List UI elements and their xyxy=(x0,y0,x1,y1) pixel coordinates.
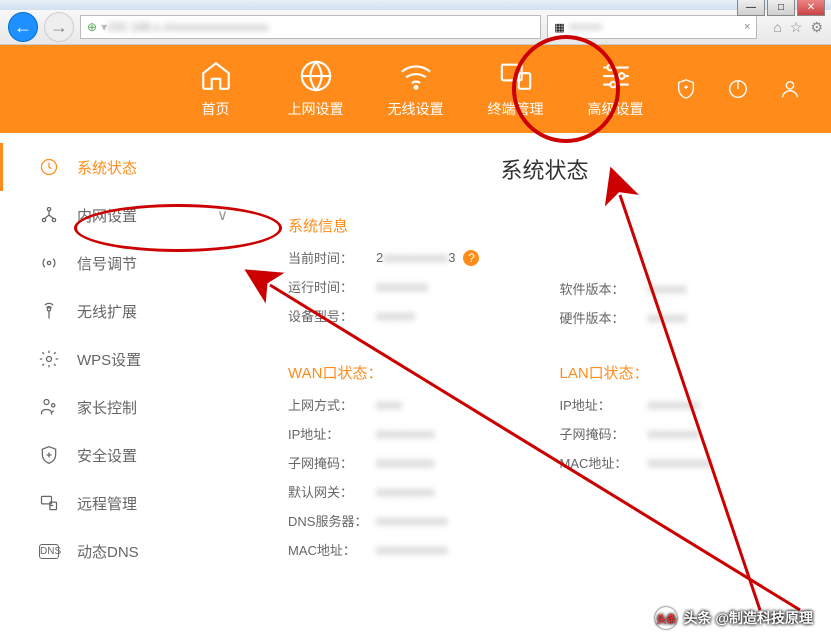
home-icon[interactable]: ⌂ xyxy=(773,19,781,36)
nav-internet[interactable]: 上网设置 xyxy=(266,59,366,119)
shield-plus-icon xyxy=(39,445,59,465)
shield-icon: ⊕ xyxy=(87,20,97,34)
sidebar-label: 远程管理 xyxy=(77,493,137,514)
browser-toolbar: ← → ⊕ ▾ 192.168.x.x/xxxxxxxxxxxxxxxx ▦ x… xyxy=(0,10,831,45)
nav-label: 上网设置 xyxy=(288,99,344,119)
shield-icon[interactable] xyxy=(675,78,697,100)
sidebar-item-ddns[interactable]: DNS 动态DNS xyxy=(0,527,258,575)
signal-icon xyxy=(39,253,59,273)
section-lan: LAN口状态： xyxy=(560,362,802,383)
remote-icon xyxy=(39,493,59,513)
back-button[interactable]: ← xyxy=(8,12,38,42)
main-panel: 系统状态 系统信息 当前时间： 2 xxxxxxxxxx 3 ? 运行时间：xx… xyxy=(258,133,831,637)
lan-mac: MAC地址：xxxxxxxxxx xyxy=(560,453,802,472)
minimize-button[interactable]: — xyxy=(737,0,765,16)
tab-close-icon[interactable]: × xyxy=(744,21,750,33)
maximize-button[interactable]: □ xyxy=(767,0,795,16)
gear-icon xyxy=(39,349,59,369)
devices-icon xyxy=(499,59,533,93)
wan-mac: MAC地址：xxxxxxxxxxx xyxy=(288,540,530,559)
nav-advanced[interactable]: 高级设置 xyxy=(566,59,666,119)
clock-icon xyxy=(39,157,59,177)
address-bar[interactable]: ⊕ ▾ 192.168.x.x/xxxxxxxxxxxxxxxx xyxy=(80,15,541,39)
favorites-icon[interactable]: ☆ xyxy=(790,19,803,36)
info-model: 设备型号：xxxxxx xyxy=(288,306,530,325)
wan-dns: DNS服务器：xxxxxxxxxxx xyxy=(288,511,530,530)
info-current-time: 当前时间： 2 xxxxxxxxxx 3 ? xyxy=(288,248,530,267)
watermark-badge-icon: 头条 xyxy=(655,607,677,629)
sidebar-label: 安全设置 xyxy=(77,445,137,466)
sidebar-item-system-status[interactable]: 系统状态 xyxy=(0,143,258,191)
watermark-text: 头条 @制造科技原理 xyxy=(683,608,813,628)
tab-favicon: ▦ xyxy=(554,21,564,34)
sidebar-item-lan-settings[interactable]: 内网设置 ∨ xyxy=(0,191,258,239)
sidebar-label: 内网设置 xyxy=(77,205,137,226)
wan-method: 上网方式：xxxx xyxy=(288,395,530,414)
dns-icon: DNS xyxy=(39,544,59,559)
info-uptime: 运行时间：xxxxxxxx xyxy=(288,277,530,296)
window-titlebar xyxy=(0,0,831,10)
antenna-icon xyxy=(39,301,59,321)
nav-label: 高级设置 xyxy=(588,99,644,119)
watermark: 头条 头条 @制造科技原理 xyxy=(655,607,813,629)
sidebar-label: 系统状态 xyxy=(77,157,137,178)
power-icon[interactable] xyxy=(727,78,749,100)
wan-gateway: 默认网关：xxxxxxxxx xyxy=(288,482,530,501)
wifi-icon xyxy=(399,59,433,93)
section-wan: WAN口状态： xyxy=(288,362,530,383)
sidebar-label: WPS设置 xyxy=(77,349,141,370)
sidebar-item-parental[interactable]: 家长控制 xyxy=(0,383,258,431)
lan-mask: 子网掩码：xxxxxxxx xyxy=(560,424,802,443)
section-sys-info: 系统信息 xyxy=(288,215,801,236)
main-nav: 首页 上网设置 无线设置 终端管理 高级设置 xyxy=(0,45,831,133)
info-sw-version: 软件版本：xxxxxx xyxy=(560,279,802,298)
parental-icon xyxy=(39,397,59,417)
sliders-icon xyxy=(599,59,633,93)
nav-label: 终端管理 xyxy=(488,99,544,119)
help-icon[interactable]: ? xyxy=(463,250,479,266)
sidebar-label: 信号调节 xyxy=(77,253,137,274)
nav-wireless[interactable]: 无线设置 xyxy=(366,59,466,119)
close-button[interactable]: ✕ xyxy=(797,0,825,16)
sidebar-label: 无线扩展 xyxy=(77,301,137,322)
url-text: 192.168.x.x/xxxxxxxxxxxxxxxx xyxy=(107,20,268,34)
home-icon xyxy=(199,59,233,93)
chevron-down-icon: ∨ xyxy=(217,206,228,224)
sidebar-label: 动态DNS xyxy=(77,541,139,562)
tab-title: xxxxxx xyxy=(569,21,744,33)
sidebar-item-remote[interactable]: 远程管理 xyxy=(0,479,258,527)
nav-home[interactable]: 首页 xyxy=(166,59,266,119)
settings-gear-icon[interactable]: ⚙ xyxy=(810,19,823,36)
page-title: 系统状态 xyxy=(288,153,801,185)
wan-ip: IP地址：xxxxxxxxx xyxy=(288,424,530,443)
info-hw-version: 硬件版本：xxxxxx xyxy=(560,308,802,327)
sidebar-label: 家长控制 xyxy=(77,397,137,418)
forward-button[interactable]: → xyxy=(44,12,74,42)
wan-mask: 子网掩码：xxxxxxxxx xyxy=(288,453,530,472)
browser-tab[interactable]: ▦ xxxxxx × xyxy=(547,15,757,39)
user-icon[interactable] xyxy=(779,78,801,100)
network-icon xyxy=(39,205,59,225)
nav-label: 首页 xyxy=(202,99,230,119)
globe-icon xyxy=(299,59,333,93)
sidebar: 系统状态 内网设置 ∨ 信号调节 无线扩展 WPS设置 家长控制 xyxy=(0,133,258,637)
lan-ip: IP地址：xxxxxxxx xyxy=(560,395,802,414)
sidebar-item-wps[interactable]: WPS设置 xyxy=(0,335,258,383)
sidebar-item-security[interactable]: 安全设置 xyxy=(0,431,258,479)
nav-terminal[interactable]: 终端管理 xyxy=(466,59,566,119)
sidebar-item-wifi-extend[interactable]: 无线扩展 xyxy=(0,287,258,335)
nav-label: 无线设置 xyxy=(388,99,444,119)
sidebar-item-signal[interactable]: 信号调节 xyxy=(0,239,258,287)
